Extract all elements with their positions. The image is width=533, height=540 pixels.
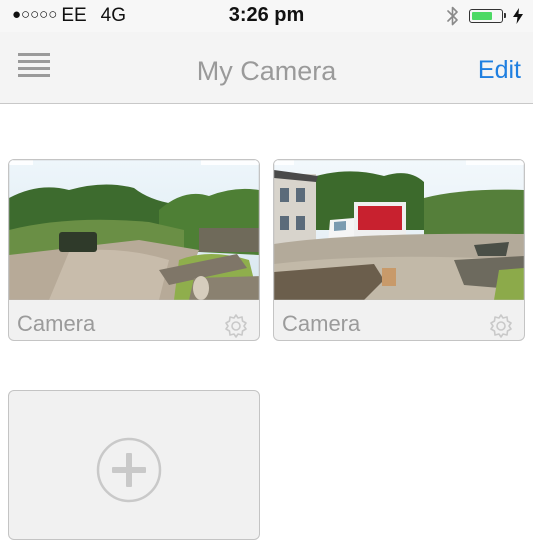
gear-icon[interactable] (488, 313, 514, 339)
battery-level (472, 12, 492, 20)
battery-icon (469, 9, 506, 23)
page-title: My Camera (196, 56, 337, 86)
battery-tip (504, 13, 506, 18)
nav-bar: My Camera Edit (0, 32, 533, 104)
camera-name: Camera (282, 311, 361, 336)
status-icons (447, 6, 523, 26)
gear-icon[interactable] (223, 313, 249, 339)
camera-feed-image (274, 160, 524, 300)
plus-circle-icon (96, 437, 162, 503)
camera-name: Camera (17, 311, 96, 336)
bluetooth-icon (447, 6, 458, 26)
camera-feed-image (9, 160, 259, 300)
camera-thumbnail[interactable] (274, 160, 524, 300)
status-bar: ●○○○○ EE 4G 3:26 pm (0, 0, 533, 32)
camera-card[interactable]: Camera (8, 159, 260, 341)
add-camera-button[interactable] (8, 390, 260, 540)
edit-button[interactable]: Edit (478, 56, 521, 85)
camera-card[interactable]: Camera (273, 159, 525, 341)
camera-thumbnail[interactable] (9, 160, 259, 300)
charging-bolt-icon (513, 8, 523, 24)
